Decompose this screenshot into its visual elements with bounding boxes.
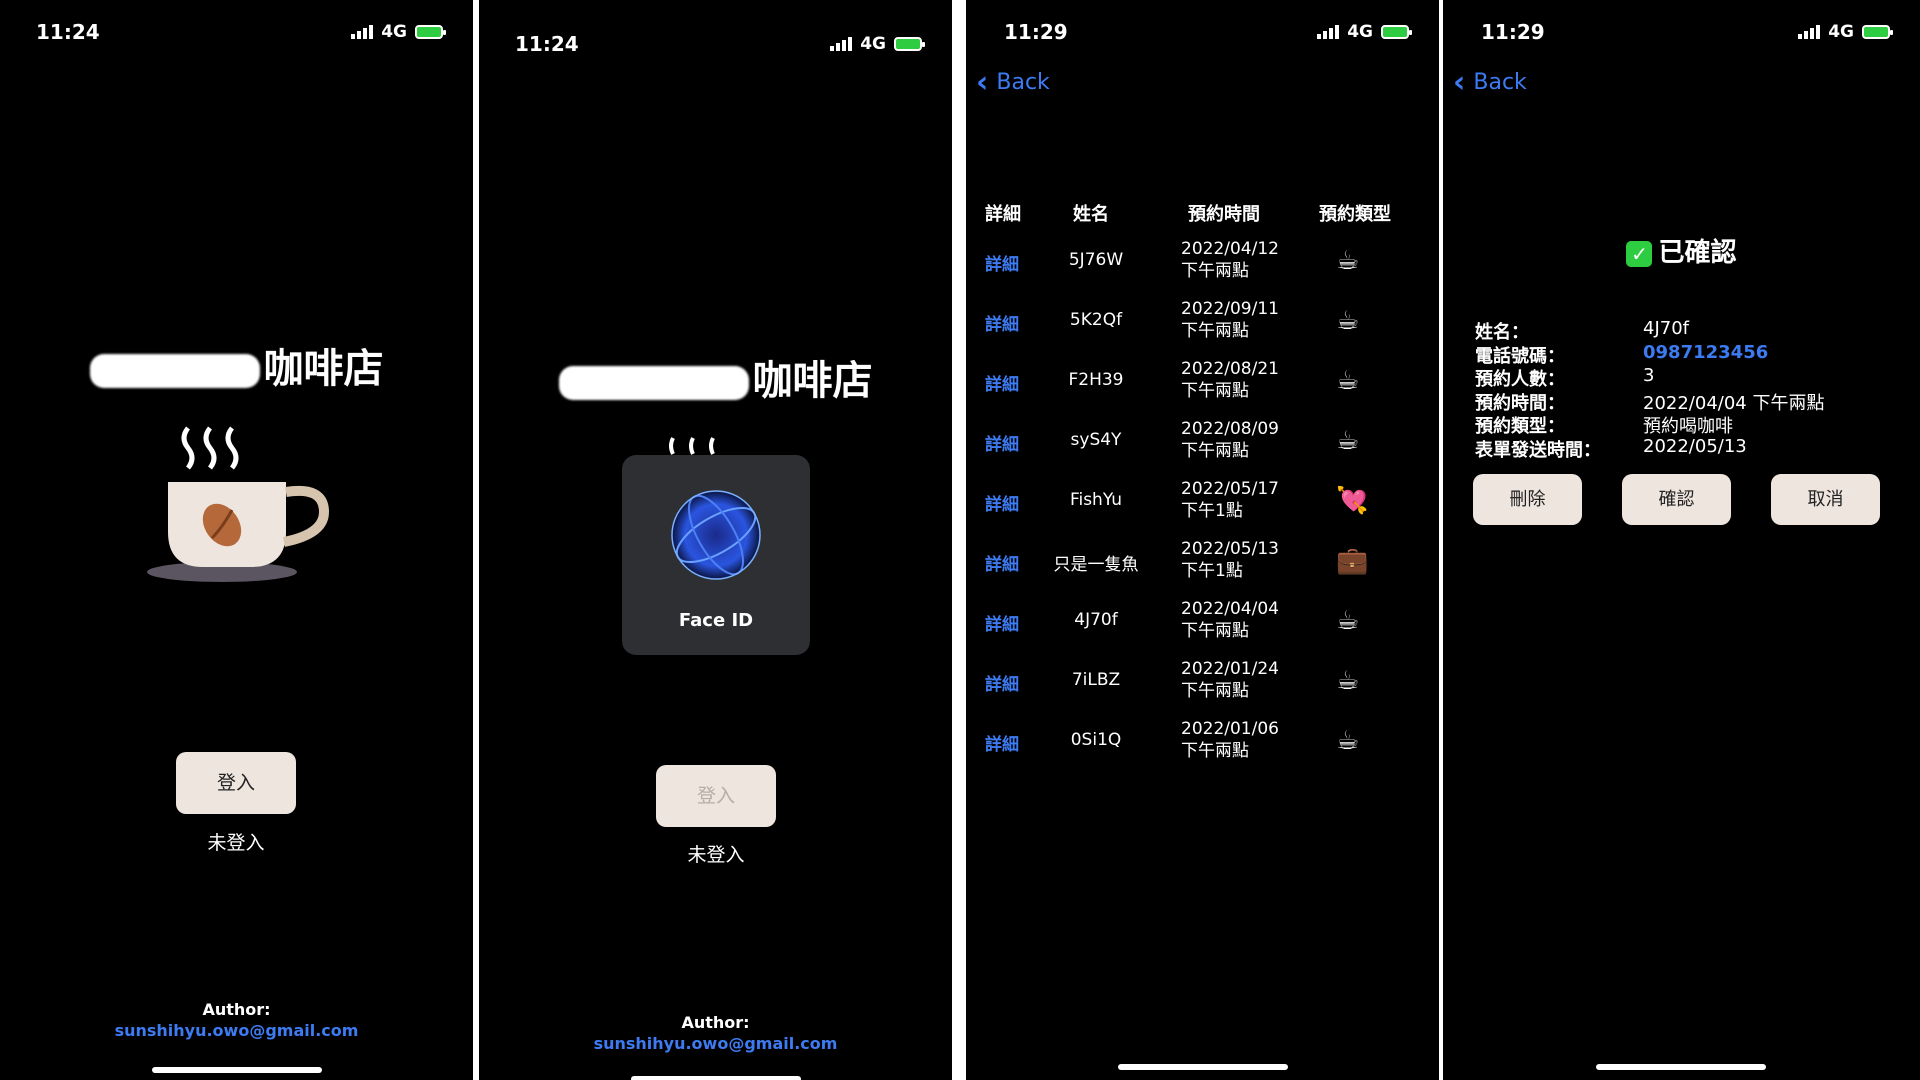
status-time: 11:29: [1481, 20, 1545, 44]
type-icon: ☕: [1336, 306, 1360, 336]
type-icon: 💼: [1336, 546, 1369, 576]
type-icon: ☕: [1336, 726, 1360, 756]
table-row: 詳細 4J70f 2022/04/04 下午兩點 ☕: [966, 596, 1439, 656]
header-name: 姓名: [1073, 204, 1109, 225]
network-label: 4G: [860, 34, 886, 54]
table-row: 詳細 5J76W 2022/04/12 下午兩點 ☕: [966, 236, 1439, 296]
battery-icon: [894, 37, 925, 51]
header-detail: 詳細: [985, 204, 1021, 225]
login-status: 未登入: [207, 832, 265, 854]
delete-button[interactable]: 刪除: [1473, 474, 1582, 525]
row-name: 4J70f: [1074, 610, 1118, 630]
login-button[interactable]: 登入: [656, 765, 776, 827]
faceid-label: Face ID: [678, 610, 754, 631]
login-status: 未登入: [687, 844, 745, 866]
network-label: 4G: [381, 22, 407, 42]
status-time: 11:24: [515, 32, 579, 56]
faceid-dialog: Face ID: [622, 455, 810, 655]
row-time: 2022/05/17 下午1點: [1181, 479, 1279, 521]
author-label: Author:: [202, 1000, 271, 1019]
shop-title: 咖啡店: [0, 336, 473, 394]
status-bar: 11:29 4G: [966, 0, 1439, 44]
author-label: Author:: [681, 1013, 750, 1032]
header-type: 預約類型: [1319, 204, 1391, 225]
row-name: 5J76W: [1068, 250, 1124, 270]
home-indicator[interactable]: [1118, 1064, 1288, 1070]
redacted-text: [89, 354, 260, 388]
type-icon: ☕: [1336, 606, 1360, 636]
row-time: 2022/09/11 下午兩點: [1181, 299, 1279, 341]
status-bar: 11:24 4G: [0, 0, 473, 44]
row-name: FishYu: [1069, 490, 1123, 510]
redacted-text: [558, 366, 749, 400]
shop-title: 咖啡店: [479, 348, 952, 406]
type-icon: ☕: [1336, 666, 1360, 696]
network-label: 4G: [1347, 22, 1373, 42]
login-button[interactable]: 登入: [176, 752, 296, 814]
confirmed-status: ✓ 已確認: [1443, 232, 1920, 269]
home-indicator[interactable]: [1596, 1064, 1766, 1070]
type-icon: ☕: [1336, 246, 1360, 276]
type-icon: ☕: [1336, 366, 1360, 396]
signal-icon: [351, 25, 374, 39]
row-time: 2022/01/24 下午兩點: [1181, 659, 1279, 701]
battery-icon: [415, 25, 446, 39]
status-bar: 11:24 4G: [479, 0, 952, 56]
status-time: 11:24: [36, 20, 100, 44]
reservation-list-screen: 11:29 4G ‹ Back 詳細 姓名 預約時間 預約類型 詳細 5J76W 2…: [966, 0, 1439, 1080]
faceid-screen: 11:24 4G 咖啡店 Face ID 登入 未登入 Author: suns…: [479, 0, 952, 1080]
back-button[interactable]: ‹ Back: [1453, 64, 1527, 100]
back-button[interactable]: ‹ Back: [976, 64, 1050, 100]
type-icon: 💘: [1336, 486, 1369, 516]
row-time: 2022/08/09 下午兩點: [1181, 419, 1279, 461]
author-info: Author: sunshihyu.owo@gmail.com: [479, 1013, 952, 1053]
login-screen: 11:24 4G 咖啡店 登入 未登入 Author: sunshihyu.ow…: [0, 0, 473, 1080]
checkmark-icon: ✓: [1626, 240, 1653, 267]
status-time: 11:29: [1004, 20, 1068, 44]
row-time: 2022/05/13 下午1點: [1181, 539, 1279, 581]
signal-icon: [1798, 25, 1821, 39]
steam-icon: [669, 437, 715, 455]
author-info: Author: sunshihyu.owo@gmail.com: [0, 1000, 473, 1040]
table-row: 詳細 5K2Qf 2022/09/11 下午兩點 ☕: [966, 296, 1439, 356]
phone-link[interactable]: 0987123456: [1643, 342, 1768, 363]
row-time: 2022/01/06 下午兩點: [1181, 719, 1279, 761]
home-indicator[interactable]: [631, 1076, 801, 1080]
table-row: 詳細 F2H39 2022/08/21 下午兩點 ☕: [966, 356, 1439, 416]
chevron-left-icon: ‹: [976, 64, 989, 100]
row-name: syS4Y: [1070, 430, 1122, 450]
battery-icon: [1381, 25, 1412, 39]
home-indicator[interactable]: [152, 1067, 322, 1073]
table-row: 詳細 只是一隻魚 2022/05/13 下午1點 💼: [966, 536, 1439, 596]
status-bar: 11:29 4G: [1443, 0, 1920, 44]
type-icon: ☕: [1336, 426, 1360, 456]
network-label: 4G: [1828, 22, 1854, 42]
row-time: 2022/04/04 下午兩點: [1181, 599, 1279, 641]
row-time: 2022/04/12 下午兩點: [1181, 239, 1279, 281]
row-name: F2H39: [1068, 370, 1124, 390]
row-name: 5K2Qf: [1069, 310, 1123, 330]
header-time: 預約時間: [1188, 204, 1260, 225]
row-name: 只是一隻魚: [1053, 555, 1139, 575]
chevron-left-icon: ‹: [1453, 64, 1466, 100]
row-name: 0Si1Q: [1070, 730, 1122, 750]
row-time: 2022/08/21 下午兩點: [1181, 359, 1279, 401]
table-row: 詳細 syS4Y 2022/08/09 下午兩點 ☕: [966, 416, 1439, 476]
coffee-cup-icon: [147, 426, 330, 582]
signal-icon: [830, 37, 853, 51]
faceid-icon: [671, 490, 761, 580]
author-email[interactable]: sunshihyu.owo@gmail.com: [479, 1034, 952, 1053]
author-email[interactable]: sunshihyu.owo@gmail.com: [0, 1021, 473, 1040]
cancel-button[interactable]: 取消: [1771, 474, 1880, 525]
table-row: 詳細 FishYu 2022/05/17 下午1點 💘: [966, 476, 1439, 536]
reservation-detail-screen: 11:29 4G ‹ Back ✓ 已確認 姓名： 4J70f 電話號碼： 09871…: [1443, 0, 1920, 1080]
signal-icon: [1317, 25, 1340, 39]
battery-icon: [1862, 25, 1893, 39]
confirm-button[interactable]: 確認: [1622, 474, 1731, 525]
table-row: 詳細 7iLBZ 2022/01/24 下午兩點 ☕: [966, 656, 1439, 716]
row-name: 7iLBZ: [1071, 670, 1121, 690]
table-row: 詳細 0Si1Q 2022/01/06 下午兩點 ☕: [966, 716, 1439, 776]
